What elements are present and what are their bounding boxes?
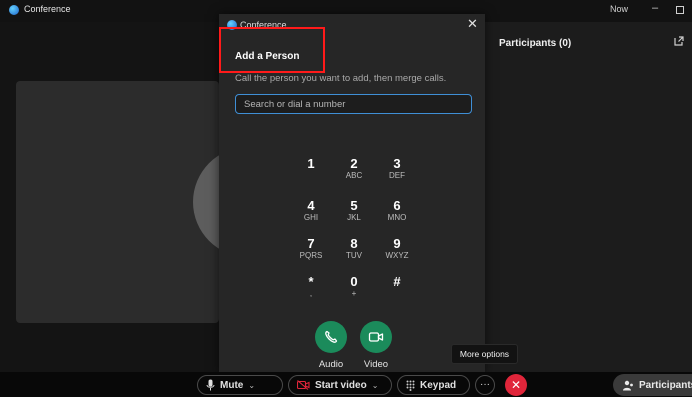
popout-icon[interactable] <box>674 36 684 46</box>
key-digit: 3 <box>393 156 401 171</box>
start-video-button[interactable]: Start video ⌄ <box>288 375 392 395</box>
key-letters: TUV <box>346 251 362 260</box>
key-digit: 2 <box>350 156 358 171</box>
key-letters: GHI <box>303 213 319 222</box>
keypad-key-0[interactable]: 0 + <box>335 275 373 309</box>
video-tile <box>16 81 219 323</box>
keypad-label: Keypad <box>420 379 457 391</box>
keypad-key-3[interactable]: 3 DEF <box>378 157 416 191</box>
key-digit: 7 <box>307 236 315 251</box>
key-letters: + <box>351 289 357 298</box>
call-control-bar: Mute ⌄ Start video ⌄ Keypad ··· ✕ Partic… <box>0 372 692 397</box>
key-letters: DEF <box>389 171 405 180</box>
keypad-key-9[interactable]: 9 WXYZ <box>378 237 416 271</box>
key-digit: 0 <box>350 274 358 289</box>
phone-icon <box>325 330 338 343</box>
key-digit: 4 <box>307 198 315 213</box>
add-person-dialog: Conference ✕ Add a Person Call the perso… <box>219 14 485 374</box>
dialog-heading: Add a Person <box>235 51 300 62</box>
key-letters: , <box>309 289 313 298</box>
key-letters: MNO <box>387 213 407 222</box>
video-call-button[interactable] <box>360 321 392 353</box>
window-title: Conference <box>24 4 71 14</box>
keypad-key-4[interactable]: 4 GHI <box>292 199 330 233</box>
video-label: Video <box>363 359 389 370</box>
key-letters: PQRS <box>299 251 323 260</box>
keypad-icon <box>406 380 415 391</box>
microphone-icon <box>206 379 215 391</box>
keypad-key-hash[interactable]: # <box>378 275 416 309</box>
close-icon[interactable]: ✕ <box>467 16 478 32</box>
key-digit: 5 <box>350 198 358 213</box>
mute-label: Mute <box>220 379 244 391</box>
more-options-button[interactable]: ··· <box>475 375 495 395</box>
now-label: Now <box>610 4 629 14</box>
keypad-key-1[interactable]: 1 <box>292 157 330 191</box>
keypad-key-6[interactable]: 6 MNO <box>378 199 416 233</box>
participants-label: Participants <box>639 379 692 391</box>
keypad-key-8[interactable]: 8 TUV <box>335 237 373 271</box>
more-options-tooltip: More options <box>451 344 518 364</box>
start-video-label: Start video <box>315 379 367 391</box>
video-off-icon <box>297 380 310 390</box>
video-camera-icon <box>368 332 384 342</box>
key-digit: 1 <box>307 156 315 171</box>
restore-button[interactable] <box>676 6 684 14</box>
key-letters: ABC <box>345 171 363 180</box>
key-digit: 9 <box>393 236 401 251</box>
keypad-key-star[interactable]: * , <box>292 275 330 309</box>
highlight-box <box>219 27 325 73</box>
chevron-down-icon[interactable]: ⌄ <box>248 381 255 390</box>
keypad-button[interactable]: Keypad <box>397 375 470 395</box>
audio-label: Audio <box>318 359 344 370</box>
mute-button[interactable]: Mute ⌄ <box>197 375 283 395</box>
chevron-down-icon[interactable]: ⌄ <box>372 381 379 390</box>
search-input[interactable] <box>235 94 472 114</box>
key-digit: 8 <box>350 236 358 251</box>
end-call-button[interactable]: ✕ <box>505 374 527 396</box>
dialog-instruction: Call the person you want to add, then me… <box>235 73 447 84</box>
key-digit: 6 <box>393 198 401 213</box>
keypad-key-7[interactable]: 7 PQRS <box>292 237 330 271</box>
participants-icon <box>623 380 633 390</box>
participants-title: Participants (0) <box>499 38 572 49</box>
key-digit: # <box>393 274 401 289</box>
keypad-key-5[interactable]: 5 JKL <box>335 199 373 233</box>
keypad-key-2[interactable]: 2 ABC <box>335 157 373 191</box>
key-letters: JKL <box>347 213 361 222</box>
participants-panel: Participants (0) <box>484 22 692 372</box>
minimize-button[interactable]: – <box>652 2 658 14</box>
audio-call-button[interactable] <box>315 321 347 353</box>
key-digit: * <box>308 274 314 289</box>
participants-button[interactable]: Participants <box>613 374 692 396</box>
app-logo-icon <box>9 5 19 15</box>
key-letters: WXYZ <box>385 251 409 260</box>
